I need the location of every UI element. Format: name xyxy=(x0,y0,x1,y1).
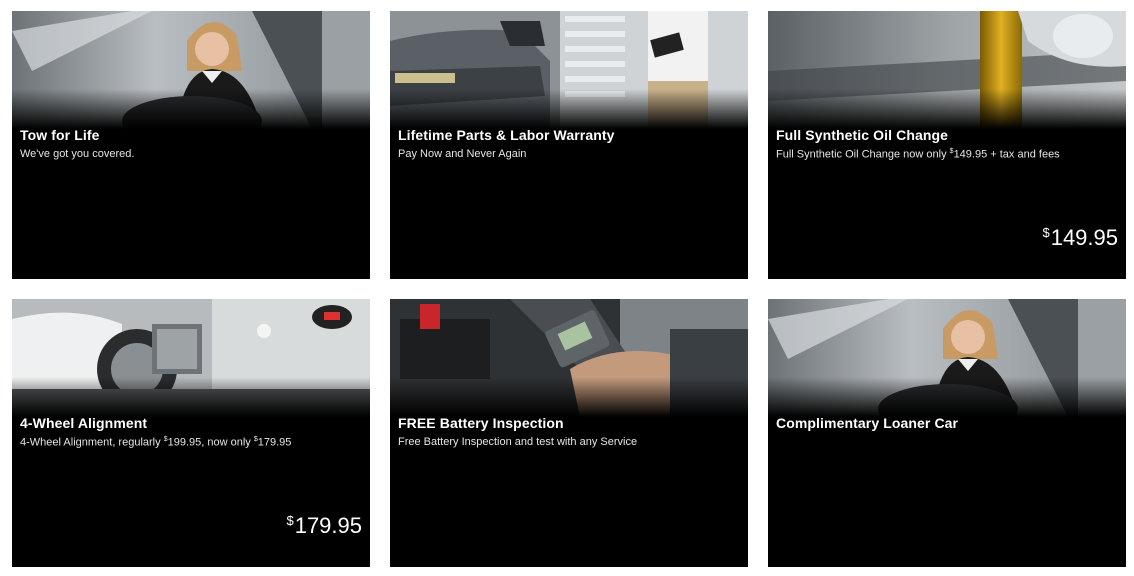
wheel-alignment-machine-photo xyxy=(12,299,370,417)
offer-price: $149.95 xyxy=(1042,225,1118,250)
offer-title: FREE Battery Inspection xyxy=(398,415,564,431)
offer-card-loaner-car[interactable]: Complimentary Loaner Car xyxy=(768,299,1126,567)
offer-card-lifetime-warranty[interactable]: Lifetime Parts & Labor Warranty Pay Now … xyxy=(390,11,748,279)
woman-driving-car-photo xyxy=(768,299,1126,417)
offer-description: Free Battery Inspection and test with an… xyxy=(398,436,638,448)
offer-title: Tow for Life xyxy=(20,127,100,143)
offer-card-oil-change[interactable]: Full Synthetic Oil Change Full Synthetic… xyxy=(768,11,1126,279)
battery-tester-photo xyxy=(390,299,748,417)
oil-pouring-photo xyxy=(768,11,1126,129)
offer-card-battery-inspection[interactable]: FREE Battery Inspection Free Battery Ins… xyxy=(390,299,748,567)
offer-card-tow-for-life[interactable]: Tow for Life We've got you covered. xyxy=(12,11,370,279)
offers-grid: Tow for Life We've got you covered. Life… xyxy=(12,11,1126,567)
offer-description: 4-Wheel Alignment, regularly $199.95, no… xyxy=(20,436,292,449)
offer-description: We've got you covered. xyxy=(20,148,135,160)
offer-price: $179.95 xyxy=(286,513,362,538)
offer-description: Full Synthetic Oil Change now only $149.… xyxy=(776,148,1060,161)
car-and-advisor-tablet-photo xyxy=(390,11,748,129)
woman-driving-car-photo xyxy=(12,11,370,129)
offer-title: Full Synthetic Oil Change xyxy=(776,127,949,143)
offer-title: 4-Wheel Alignment xyxy=(20,415,148,431)
offer-title: Complimentary Loaner Car xyxy=(776,415,959,431)
offer-description: Pay Now and Never Again xyxy=(398,148,527,160)
offer-title: Lifetime Parts & Labor Warranty xyxy=(398,127,615,143)
offer-card-wheel-alignment[interactable]: 4-Wheel Alignment 4-Wheel Alignment, reg… xyxy=(12,299,370,567)
